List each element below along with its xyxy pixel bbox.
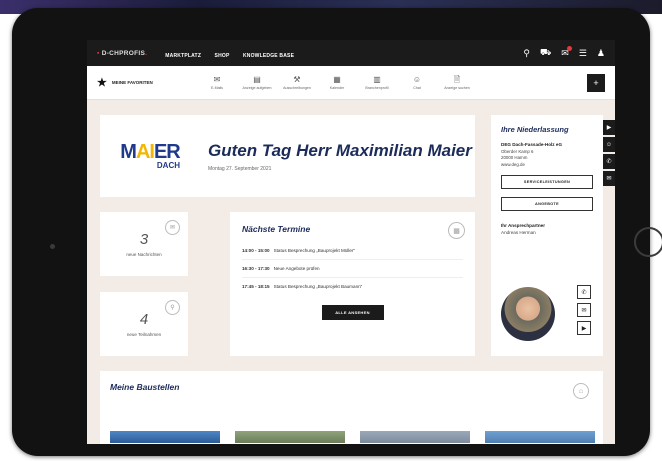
messages-icon: ✉ [165,220,180,235]
site-thumbnail[interactable] [110,431,220,443]
branch-title: Ihre Niederlassung [501,125,569,134]
favorites-label: MEINE FAVORITEN [111,80,153,85]
nav-shop[interactable]: SHOP [215,53,230,59]
favorites-heading: ★ MEINE FAVORITEN [97,76,197,89]
greeting-card: MAIER DACH Guten Tag Herr Maximilian Mai… [100,115,475,197]
shortcut-emails[interactable]: ✉ E-Mails [197,74,237,90]
participations-icon: ⚲ [165,300,180,315]
app-logo[interactable]: ▪ D-CHPROFIS. [97,50,147,57]
shortcut-list: ✉ E-Mails ▤ Anzeige aufgeben ⚒ Ausschreibun… [197,74,477,90]
chat-icon[interactable]: ✉ [577,303,591,317]
top-navigation-bar: ▪ D-CHPROFIS. MARKTPLATZ SHOP KNOWLEDGE … [87,40,615,66]
greeting-title: Guten Tag Herr Maximilian Maier [208,140,472,160]
offers-button[interactable]: ANGEBOTE [501,196,593,211]
video-icon[interactable]: ▶ [603,120,615,135]
sites-thumbnails [110,431,595,443]
tools-icon: ⚒ [293,74,301,84]
cart-icon[interactable]: ⛟ [540,47,551,59]
mail-icon[interactable]: ✉ [603,171,615,186]
branch-street: Oberder Kamp 6 [501,148,534,154]
notification-icon[interactable]: ✉ [561,45,572,59]
greeting-date: Montag 27. September 2021 [208,165,272,172]
phone-icon[interactable]: ✆ [577,285,591,299]
participations-count: 4 [139,311,149,328]
side-tabs: ▶ ☺ ✆ ✉ [603,120,615,186]
sites-title: Meine Baustellen [110,382,180,392]
construction-icon: ⌂ [573,383,589,399]
nav-marktplatz[interactable]: MARKTPLATZ [165,53,201,59]
view-all-button[interactable]: ALLE ANSEHEN [321,305,384,320]
branch-website[interactable]: www.deg.de [501,162,593,167]
appointment-item[interactable]: 16:30 - 17:30 Neue Angebote prüfen [242,260,463,278]
phone-icon[interactable]: ✆ [603,154,615,169]
branch-city: 20000 Hamm [501,155,528,160]
user-icon[interactable]: ♟ [597,48,605,59]
main-nav: MARKTPLATZ SHOP KNOWLEDGE BASE [165,44,303,62]
notification-badge [566,45,572,51]
branch-card: Ihre Niederlassung DEG Dach-Fassade-Holz… [491,115,603,356]
site-thumbnail[interactable] [235,431,345,443]
services-button[interactable]: SERVICELEISTUNGEN [501,174,593,189]
tablet-frame: ▪ D-CHPROFIS. MARKTPLATZ SHOP KNOWLEDGE … [12,8,662,456]
contact-name: Andreas Herman [501,229,536,235]
calendar-icon: ▦ [333,74,341,84]
contact-avatar [501,287,555,341]
messages-card[interactable]: ✉ 3 neue Nachrichten [100,212,188,276]
calendar-icon: ▦ [448,222,465,239]
contact-actions: ✆ ✉ ▶ [577,285,591,335]
appointments-title: Nächste Termine [242,224,311,234]
profile-icon: ▥ [373,74,381,84]
chat-icon: ☺ [412,74,422,84]
video-icon[interactable]: ▶ [577,321,591,335]
app-screen: ▪ D-CHPROFIS. MARKTPLATZ SHOP KNOWLEDGE … [87,40,615,444]
appointments-list: 14:00 - 15:00 Status Besprechung „Bauproj… [242,242,463,295]
messages-count: 3 [139,231,149,248]
shortcut-anzeige-suchen[interactable]: 🗎 Anzeige suchen [437,74,477,90]
site-thumbnail[interactable] [485,431,595,443]
shortcut-ausschreibungen[interactable]: ⚒ Ausschreibungen [277,74,317,90]
document-icon: 🗎 [453,74,461,84]
greeting-text: Guten Tag Herr Maximilian Maier Montag 2… [208,141,472,172]
ad-icon: ▤ [253,74,261,84]
tablet-home-button[interactable] [634,227,662,257]
search-icon[interactable]: ⚲ [523,48,530,59]
shortcut-anzeige-aufgeben[interactable]: ▤ Anzeige aufgeben [237,74,277,90]
construction-sites-card: Meine Baustellen ⌂ [100,371,603,444]
nav-knowledge-base[interactable]: KNOWLEDGE BASE [243,53,294,59]
chat-icon[interactable]: ☺ [603,137,615,152]
appointment-item[interactable]: 14:00 - 15:00 Status Besprechung „Bauproj… [242,242,463,260]
favorites-bar: ★ MEINE FAVORITEN ✉ E-Mails ▤ Anzeige aufg… [87,66,615,100]
topbar-icons: ⚲ ⛟ ✉ ☰ ♟ [523,45,605,59]
company-logo-sub: DACH [156,161,180,170]
company-logo: MAIER DACH [114,135,186,177]
shortcut-chat[interactable]: ☺ Chat [397,74,437,90]
mail-icon: ✉ [213,74,221,84]
messages-label: neue Nachrichten [126,252,162,257]
tablet-camera [50,244,55,249]
site-thumbnail[interactable] [360,431,470,443]
participations-card[interactable]: ⚲ 4 neue Teilnahmen [100,292,188,356]
appointment-item[interactable]: 17:45 - 18:15 Status Besprechung „Bauproj… [242,278,463,295]
participations-label: neue Teilnahmen [126,332,162,337]
mail-icon[interactable]: ☰ [579,48,587,59]
contact-label: Ihr Ansprechpartner [501,222,545,228]
add-favorite-button[interactable]: + [587,73,605,92]
shortcut-kalender[interactable]: ▦ Kalender [317,74,357,90]
star-icon: ★ [97,77,107,89]
company-logo-main: MAIER [120,141,180,163]
branch-name: DEG Dach-Fassade-Holz eG [501,142,563,147]
shortcut-branchenprofil[interactable]: ▥ Branchenprofil [357,74,397,90]
appointments-card: ▦ Nächste Termine 14:00 - 15:00 Status Be… [230,212,475,356]
